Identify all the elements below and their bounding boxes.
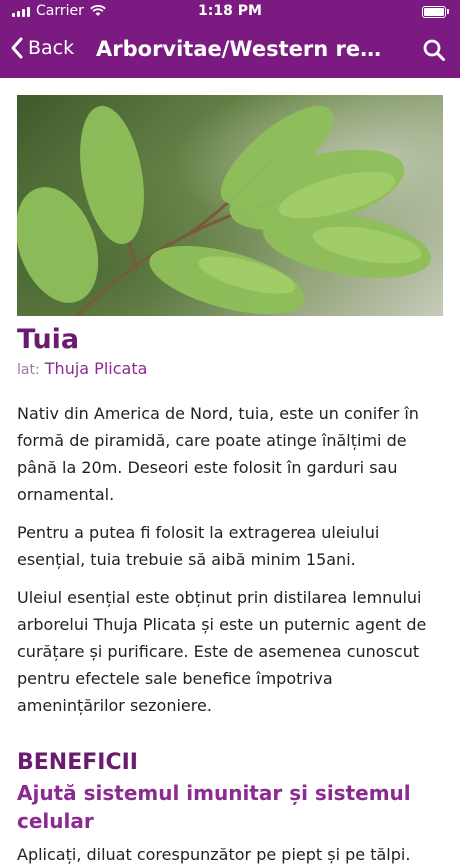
plant-photo [17,95,443,316]
benefit-text: Aplicați, diluat corespunzător pe piept … [17,845,411,864]
status-time: 1:18 PM [198,3,262,19]
app-header: Carrier 1:18 PM Back Arborvitae/Western … [0,0,460,78]
latin-label: lat: [17,362,40,378]
search-icon[interactable] [422,38,446,62]
latin-name: Thuja Plicata [44,359,148,378]
description-paragraph-2: Pentru a putea fi folosit la extragerea … [17,523,380,569]
page-title: Arborvitae/Western red... [96,37,386,61]
latin-row: lat: Thuja Plicata [17,359,443,378]
battery-icon [422,6,449,18]
back-button[interactable]: Back [10,36,74,60]
status-bar: Carrier 1:18 PM [0,0,460,24]
plant-name: Tuia [17,324,80,355]
description-paragraph-3: Uleiul esențial este obținut prin distil… [17,588,427,715]
navigation-bar: Back Arborvitae/Western red... [0,26,460,76]
description-paragraph-1: Nativ din America de Nord, tuia, este un… [17,404,419,504]
benefits-title: BENEFICII [17,750,138,775]
benefit-title: Ajută sistemul imunitar și sistemul celu… [17,781,411,833]
thuja-branch-illustration [17,105,431,316]
chevron-left-icon [11,37,23,59]
back-label: Back [28,37,75,59]
plant-details: Tuia lat: Thuja Plicata Nativ din Americ… [17,322,443,868]
